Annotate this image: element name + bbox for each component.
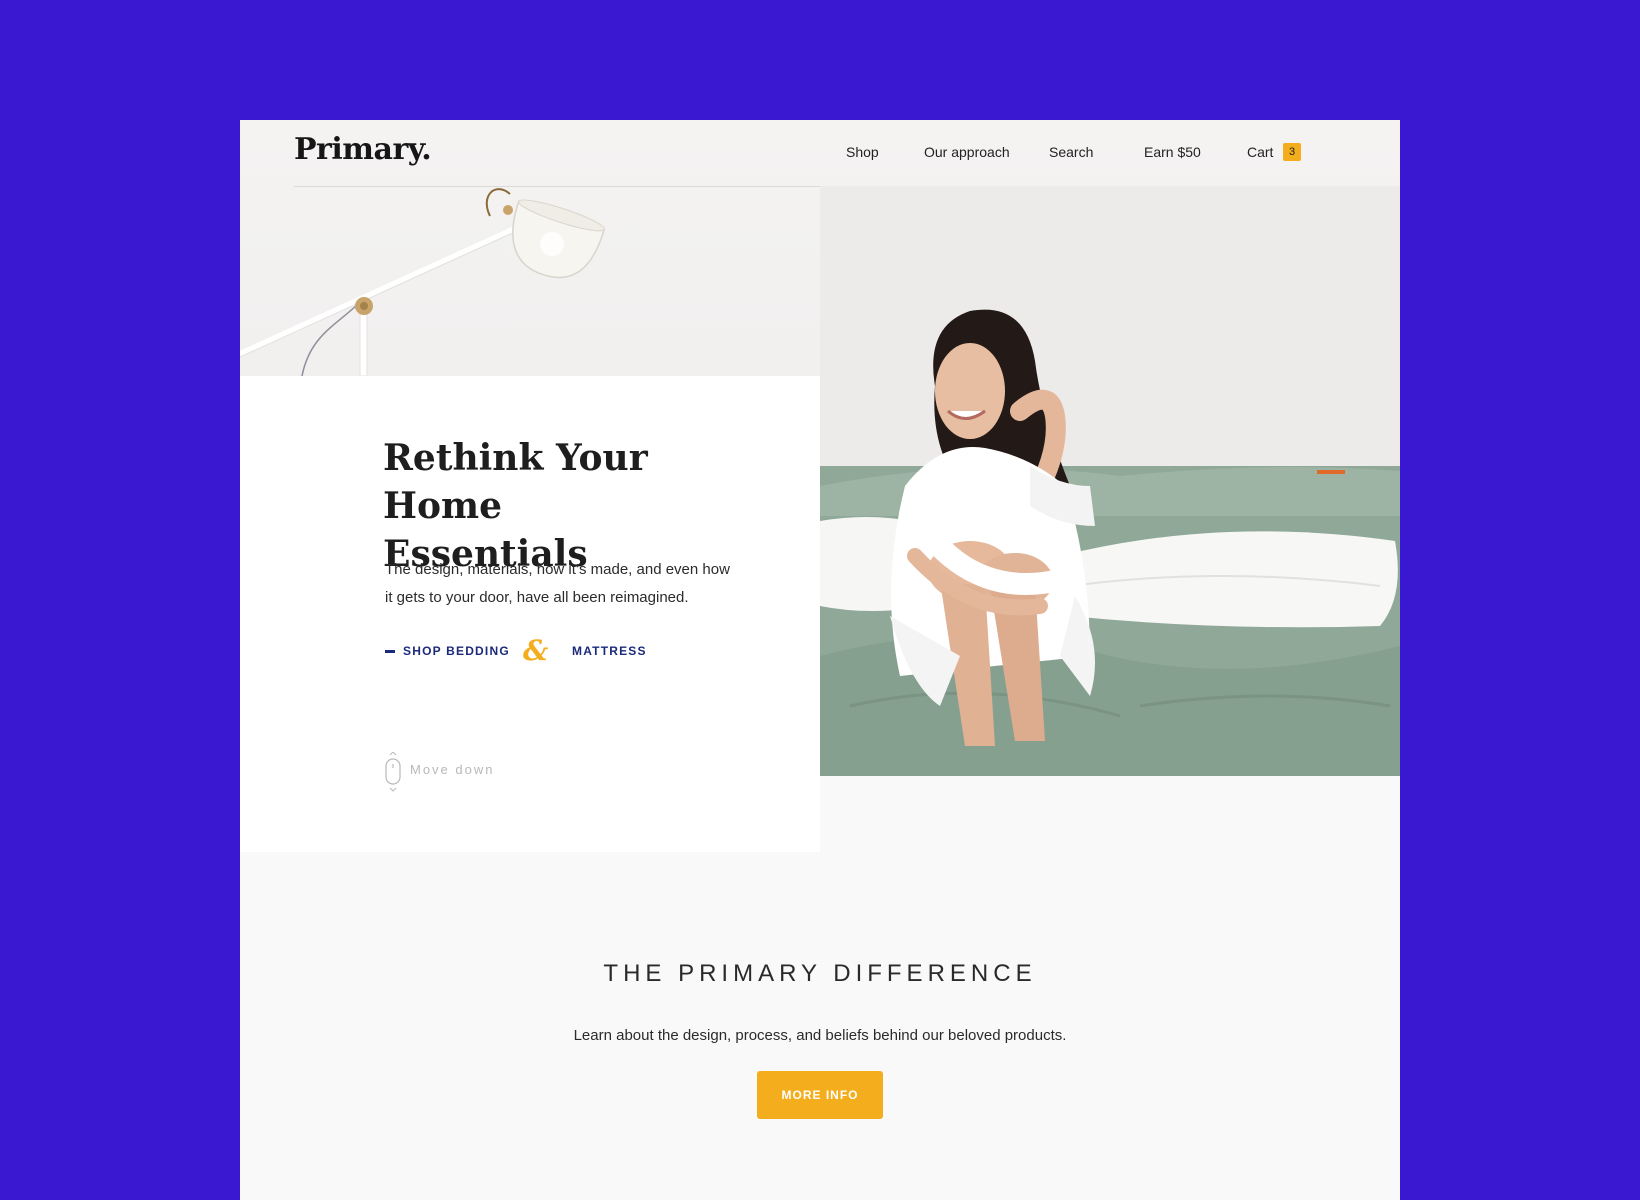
hero-links: SHOP BEDDING & MATTRESS	[385, 634, 647, 667]
hero-photo	[820, 186, 1400, 776]
nav-item-search[interactable]: Search	[1049, 144, 1093, 160]
nav-item-cart[interactable]: Cart	[1247, 144, 1273, 160]
section-title: THE PRIMARY DIFFERENCE	[603, 960, 1037, 987]
page-frame: Primary. Shop Our approach Search Earn $…	[240, 120, 1400, 1200]
shop-bedding-link[interactable]: SHOP BEDDING	[403, 644, 510, 658]
nav-item-our-approach[interactable]: Our approach	[924, 144, 1010, 160]
more-info-button[interactable]: MORE INFO	[757, 1071, 883, 1119]
scroll-hint-label: Move down	[410, 762, 495, 777]
ampersand-icon: &	[523, 634, 549, 667]
mouse-scroll-icon	[385, 751, 401, 792]
mattress-link[interactable]: MATTRESS	[572, 644, 647, 658]
scroll-hint[interactable]: Move down	[384, 751, 524, 792]
site-header: Primary. Shop Our approach Search Earn $…	[294, 120, 1346, 187]
headline-line-1: Rethink Your Home	[383, 437, 648, 527]
hero-description: The design, materials, how it’s made, an…	[385, 561, 730, 606]
hero-card: Rethink Your Home Essentials The design,…	[240, 376, 820, 852]
section-subtitle: Learn about the design, process, and bel…	[573, 1027, 1067, 1044]
dash-icon	[385, 650, 395, 653]
lamp-image	[240, 188, 606, 376]
brand-logo[interactable]: Primary.	[294, 132, 432, 167]
main-nav: Shop Our approach Search Earn $50 Cart 3	[846, 142, 1346, 166]
nav-item-shop[interactable]: Shop	[846, 144, 879, 160]
cart-count-badge[interactable]: 3	[1283, 143, 1301, 161]
nav-item-earn[interactable]: Earn $50	[1144, 144, 1201, 160]
